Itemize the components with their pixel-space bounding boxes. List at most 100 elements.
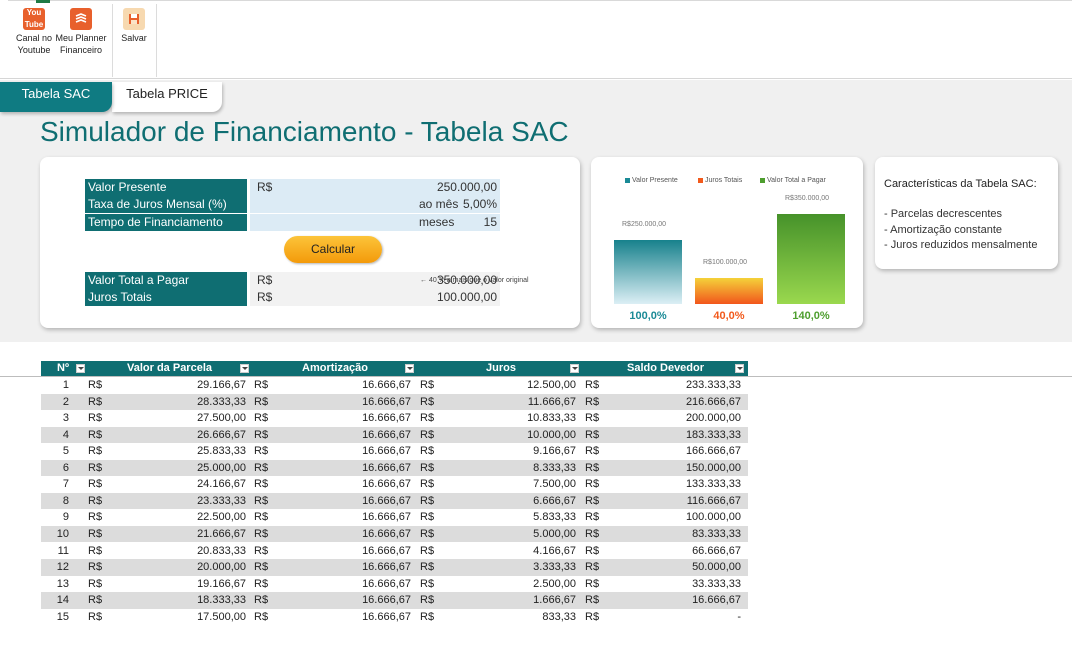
table-cell: 12 bbox=[56, 561, 69, 574]
youtube-channel-button[interactable]: You Tube Canal no Youtube bbox=[12, 8, 56, 56]
table-cell: R$ bbox=[254, 561, 269, 574]
table-cell: R$ bbox=[420, 527, 435, 540]
table-cell: R$ bbox=[420, 379, 435, 391]
legend-swatch-icon bbox=[760, 177, 765, 183]
planner-button[interactable]: Meu Planner Financeiro bbox=[55, 8, 107, 56]
table-cell: R$ bbox=[420, 494, 435, 507]
table-cell: R$ bbox=[254, 395, 269, 408]
table-row: 2 R$ 28.333,33 R$ 16.666,67 R$ 11.666,67 R$ 216.… bbox=[41, 393, 748, 411]
table-cell: R$ bbox=[420, 478, 435, 491]
table-cell: 1 bbox=[62, 379, 69, 391]
table-cell: 5.833,33 bbox=[533, 511, 576, 524]
table-cell: 16.666,67 bbox=[362, 544, 411, 557]
legend-label-valor-total: Valor Total a Pagar bbox=[767, 177, 826, 184]
table-cell: R$ bbox=[585, 577, 600, 590]
tempo-suffix: meses bbox=[419, 215, 455, 229]
valor-presente-input[interactable]: 250.000,00 bbox=[250, 179, 500, 196]
table-cell: 233.333,33 bbox=[685, 379, 741, 391]
legend-label-valor-presente: Valor Presente bbox=[632, 177, 678, 184]
table-cell: R$ bbox=[88, 544, 103, 557]
table-cell: 50.000,00 bbox=[692, 561, 741, 574]
table-row: 8 R$ 23.333,33 R$ 16.666,67 R$ 6.666,67 R$ 116.6… bbox=[41, 492, 748, 510]
valor-presente-currency: R$ bbox=[257, 180, 273, 194]
table-cell: 20.833,33 bbox=[197, 544, 246, 557]
header-valor-parcela: Valor da Parcela bbox=[127, 362, 212, 374]
table-row: 7 R$ 24.166,67 R$ 16.666,67 R$ 7.500,00 R$ 133.3… bbox=[41, 476, 748, 493]
table-cell: R$ bbox=[420, 445, 435, 458]
save-button[interactable]: Salvar bbox=[118, 8, 150, 44]
characteristic-item: - Parcelas decrescentes bbox=[884, 208, 1002, 220]
table-cell: 33.333,33 bbox=[692, 577, 741, 590]
filter-dropdown-icon[interactable] bbox=[240, 364, 249, 373]
table-cell: R$ bbox=[585, 511, 600, 524]
filter-dropdown-icon[interactable] bbox=[735, 364, 744, 373]
table-row: 4 R$ 26.666,67 R$ 16.666,67 R$ 10.000,00 R$ 183.… bbox=[41, 426, 748, 444]
tempo-input[interactable]: 15 bbox=[250, 214, 500, 231]
table-cell: 6 bbox=[62, 461, 69, 474]
header-amortizacao: Amortização bbox=[302, 362, 369, 374]
table-cell: 18.333,33 bbox=[197, 594, 246, 607]
table-cell: 27.500,00 bbox=[197, 412, 246, 425]
table-cell: R$ bbox=[88, 577, 103, 590]
valor-total-currency: R$ bbox=[257, 273, 273, 287]
table-cell: 7 bbox=[62, 478, 69, 491]
legend-valor-presente: Valor Presente bbox=[625, 177, 678, 184]
table-cell: 150.000,00 bbox=[685, 461, 741, 474]
table-cell: 20.000,00 bbox=[197, 561, 246, 574]
characteristic-item: - Amortização constante bbox=[884, 224, 1003, 236]
table-cell: R$ bbox=[254, 594, 269, 607]
taxa-input[interactable]: 5,00% bbox=[250, 196, 500, 213]
table-cell: R$ bbox=[420, 395, 435, 408]
youtube-icon: You Tube bbox=[23, 8, 45, 30]
bar-0 bbox=[614, 239, 682, 304]
legend-swatch-icon bbox=[698, 177, 703, 183]
table-cell: 17.500,00 bbox=[197, 610, 246, 623]
legend-valor-total: Valor Total a Pagar bbox=[760, 177, 826, 184]
tab-tabela-price[interactable]: Tabela PRICE bbox=[112, 82, 222, 112]
tab-tabela-sac[interactable]: Tabela SAC bbox=[0, 82, 112, 112]
table-cell: R$ bbox=[88, 494, 103, 507]
juros-totais-currency: R$ bbox=[257, 290, 273, 304]
table-row: 5 R$ 25.833,33 R$ 16.666,67 R$ 9.166,67 R$ 166.6… bbox=[41, 443, 748, 460]
table-cell: 16.666,67 bbox=[692, 594, 741, 607]
table-row: 14 R$ 18.333,33 R$ 16.666,67 R$ 1.666,67 R$ 16.6… bbox=[41, 592, 748, 609]
bar-data-label: R$350.000,00 bbox=[785, 195, 829, 202]
legend-swatch-icon bbox=[625, 177, 630, 183]
table-cell: 9 bbox=[62, 511, 69, 524]
table-cell: - bbox=[737, 610, 741, 623]
tempo-label: Tempo de Financiamento bbox=[85, 214, 247, 231]
table-cell: 4.166,67 bbox=[533, 544, 576, 557]
table-cell: 16.666,67 bbox=[362, 461, 411, 474]
table-cell: 15 bbox=[56, 610, 69, 623]
table-cell: 5 bbox=[62, 445, 69, 458]
calcular-button[interactable]: Calcular bbox=[284, 236, 382, 263]
bar-2 bbox=[777, 214, 845, 304]
table-cell: 833,33 bbox=[542, 610, 576, 623]
bar-percent-label: 140,0% bbox=[792, 310, 830, 322]
increase-note: ← 40 % a mais que o valor original bbox=[420, 277, 529, 284]
filter-dropdown-icon[interactable] bbox=[405, 364, 414, 373]
table-cell: R$ bbox=[254, 527, 269, 540]
planner-label-line2: Financeiro bbox=[59, 45, 103, 55]
table-cell: R$ bbox=[420, 594, 435, 607]
table-cell: 2.500,00 bbox=[533, 577, 576, 590]
table-cell: 11.666,67 bbox=[527, 395, 576, 408]
table-cell: R$ bbox=[254, 577, 269, 590]
table-cell: R$ bbox=[420, 428, 435, 441]
table-cell: R$ bbox=[88, 412, 103, 425]
filter-dropdown-icon[interactable] bbox=[76, 364, 85, 373]
table-cell: R$ bbox=[585, 610, 600, 623]
characteristics-title: Características da Tabela SAC: bbox=[884, 178, 1037, 190]
filter-dropdown-icon[interactable] bbox=[570, 364, 579, 373]
table-cell: R$ bbox=[88, 527, 103, 540]
table-row: 10 R$ 21.666,67 R$ 16.666,67 R$ 5.000,00 R$ 83.3… bbox=[41, 525, 748, 543]
table-cell: R$ bbox=[254, 544, 269, 557]
header-n: Nº bbox=[57, 362, 69, 374]
table-cell: 16.666,67 bbox=[362, 428, 411, 441]
table-cell: 16.666,67 bbox=[362, 527, 411, 540]
table-cell: R$ bbox=[254, 412, 269, 425]
tempo-value: 15 bbox=[483, 215, 497, 229]
table-cell: 23.333,33 bbox=[197, 494, 246, 507]
table-cell: 116.666,67 bbox=[686, 494, 741, 507]
table-cell: 28.333,33 bbox=[197, 395, 246, 408]
